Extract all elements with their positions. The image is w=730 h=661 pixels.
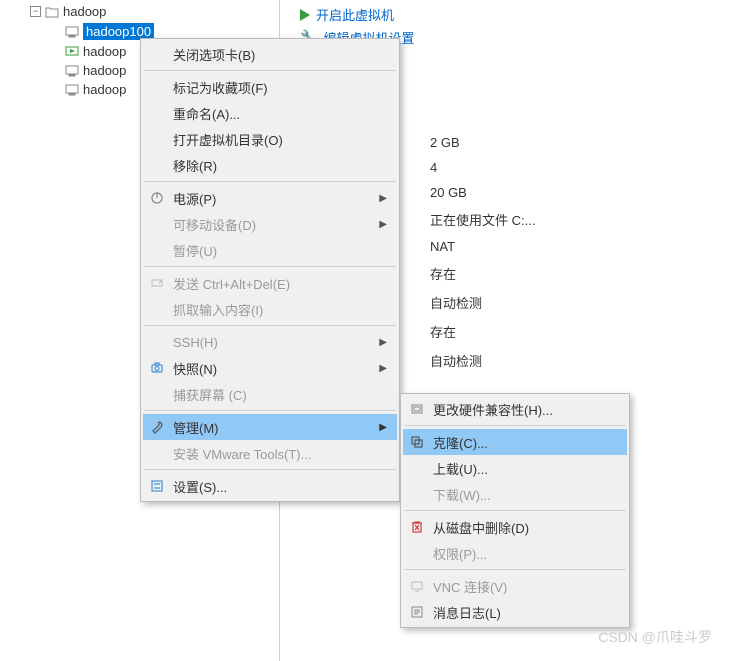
submenu-download: 下载(W)...: [403, 481, 627, 507]
submenu-arrow-icon: ▶: [379, 193, 387, 204]
menu-separator: [144, 410, 396, 411]
menu-ssh: SSH(H)▶: [143, 329, 397, 355]
menu-close-tab[interactable]: 关闭选项卡(B): [143, 41, 397, 67]
tree-item-label: hadoop: [83, 82, 126, 97]
submenu-arrow-icon: ▶: [379, 219, 387, 230]
vm-icon: [65, 26, 79, 38]
log-icon: [409, 604, 425, 620]
wrench-icon: [149, 419, 165, 435]
submenu-arrow-icon: ▶: [379, 422, 387, 433]
start-vm-link[interactable]: 开启此虚拟机: [300, 3, 414, 26]
menu-power[interactable]: 电源(P)▶: [143, 185, 397, 211]
menu-separator: [144, 181, 396, 182]
context-menu-manage: 更改硬件兼容性(H)... 克隆(C)... 上载(U)... 下载(W)...…: [400, 393, 630, 628]
menu-separator: [144, 266, 396, 267]
vm-specs: 2 GB 4 20 GB 正在使用文件 C:... NAT 存在 自动检测 存在…: [430, 130, 535, 375]
spec-cd: 正在使用文件 C:...: [430, 205, 535, 234]
menu-capture: 捕获屏幕 (C): [143, 381, 397, 407]
collapse-icon[interactable]: −: [30, 6, 41, 17]
spec-sound: 自动检测: [430, 288, 535, 317]
submenu-clone[interactable]: 克隆(C)...: [403, 429, 627, 455]
hardware-icon: [409, 401, 425, 417]
power-icon: [149, 190, 165, 206]
spec-printer: 存在: [430, 317, 535, 346]
menu-settings[interactable]: 设置(S)...: [143, 473, 397, 499]
menu-rename[interactable]: 重命名(A)...: [143, 100, 397, 126]
folder-icon: [45, 6, 59, 18]
menu-removable: 可移动设备(D)▶: [143, 211, 397, 237]
tree-item-label: hadoop: [83, 44, 126, 59]
context-menu-main: 关闭选项卡(B) 标记为收藏项(F) 重命名(A)... 打开虚拟机目录(O) …: [140, 38, 400, 502]
submenu-permissions: 权限(P)...: [403, 540, 627, 566]
menu-open-dir[interactable]: 打开虚拟机目录(O): [143, 126, 397, 152]
vm-on-icon: [65, 46, 79, 58]
submenu-vnc: VNC 连接(V): [403, 573, 627, 599]
menu-separator: [404, 425, 626, 426]
vnc-icon: [409, 578, 425, 594]
delete-icon: [409, 519, 425, 535]
spec-usb: 存在: [430, 259, 535, 288]
settings-icon: [149, 478, 165, 494]
submenu-message-log[interactable]: 消息日志(L): [403, 599, 627, 625]
clone-icon: [409, 434, 425, 450]
submenu-upload[interactable]: 上载(U)...: [403, 455, 627, 481]
menu-pause: 暂停(U): [143, 237, 397, 263]
menu-separator: [404, 510, 626, 511]
menu-mark-favorite[interactable]: 标记为收藏项(F): [143, 74, 397, 100]
spec-memory: 2 GB: [430, 130, 535, 155]
spec-display: 自动检测: [430, 346, 535, 375]
watermark: CSDN @爪哇斗罗: [598, 627, 712, 647]
menu-grab-input: 抓取输入内容(I): [143, 296, 397, 322]
spec-disk: 20 GB: [430, 180, 535, 205]
vm-icon: [65, 84, 79, 96]
menu-manage[interactable]: 管理(M)▶: [143, 414, 397, 440]
tree-item-label: hadoop: [83, 63, 126, 78]
submenu-arrow-icon: ▶: [379, 363, 387, 374]
menu-separator: [144, 469, 396, 470]
snapshot-icon: [149, 360, 165, 376]
menu-remove[interactable]: 移除(R): [143, 152, 397, 178]
spec-network: NAT: [430, 234, 535, 259]
submenu-change-hw[interactable]: 更改硬件兼容性(H)...: [403, 396, 627, 422]
menu-separator: [404, 569, 626, 570]
menu-separator: [144, 70, 396, 71]
tree-parent-node[interactable]: − hadoop: [0, 2, 279, 21]
submenu-arrow-icon: ▶: [379, 337, 387, 348]
vm-icon: [65, 65, 79, 77]
menu-separator: [144, 325, 396, 326]
start-vm-label: 开启此虚拟机: [316, 5, 394, 24]
send-icon: [149, 275, 165, 291]
spec-cpus: 4: [430, 155, 535, 180]
tree-parent-label: hadoop: [63, 4, 106, 19]
menu-snapshot[interactable]: 快照(N)▶: [143, 355, 397, 381]
submenu-delete-disk[interactable]: 从磁盘中删除(D): [403, 514, 627, 540]
play-icon: [300, 9, 310, 21]
menu-send-cad: 发送 Ctrl+Alt+Del(E): [143, 270, 397, 296]
menu-install-tools: 安装 VMware Tools(T)...: [143, 440, 397, 466]
